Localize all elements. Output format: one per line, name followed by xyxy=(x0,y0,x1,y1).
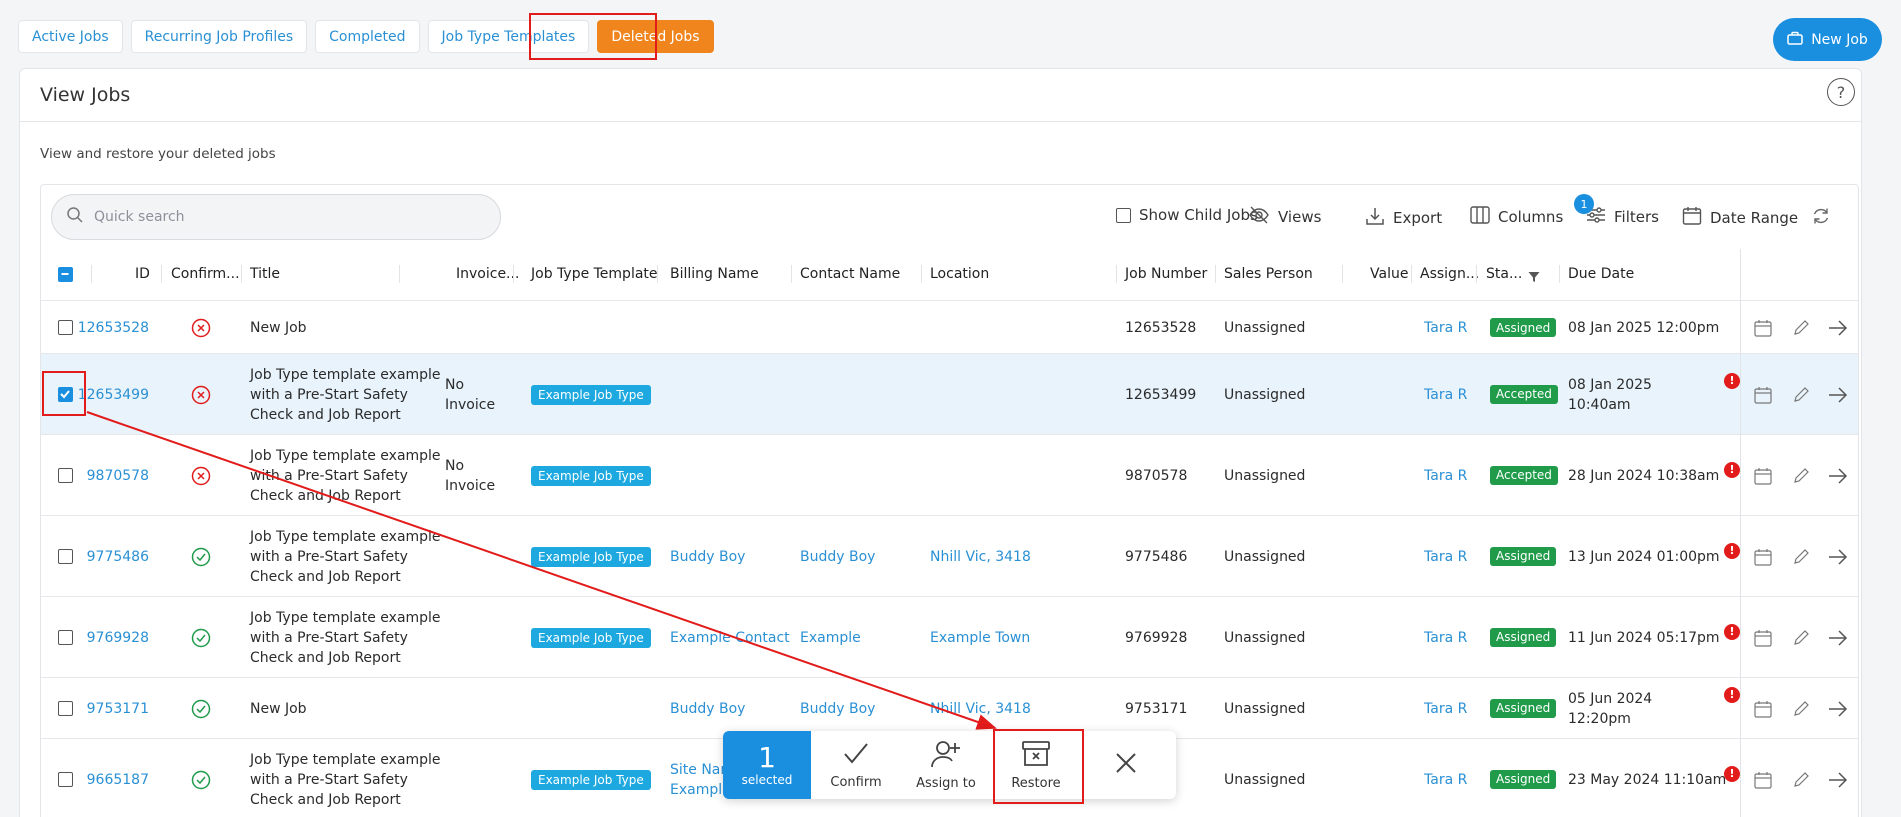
selected-count: 1 selected xyxy=(723,731,811,799)
highlight-restore-button xyxy=(993,729,1084,804)
bulk-confirm-button[interactable]: Confirm xyxy=(811,731,901,799)
bulk-confirm-label: Confirm xyxy=(830,774,882,790)
bulk-action-bar: 1 selected Confirm Assign to Restore xyxy=(723,731,1176,799)
bulk-assign-button[interactable]: Assign to xyxy=(901,731,991,799)
user-plus-icon xyxy=(931,740,961,772)
selected-count-number: 1 xyxy=(758,741,776,774)
bulk-assign-label: Assign to xyxy=(916,775,976,791)
annotation-arrow xyxy=(86,411,997,730)
close-icon xyxy=(1114,751,1138,779)
check-icon xyxy=(842,741,870,771)
bulk-close-button[interactable] xyxy=(1081,731,1171,799)
selected-count-label: selected xyxy=(741,773,793,787)
